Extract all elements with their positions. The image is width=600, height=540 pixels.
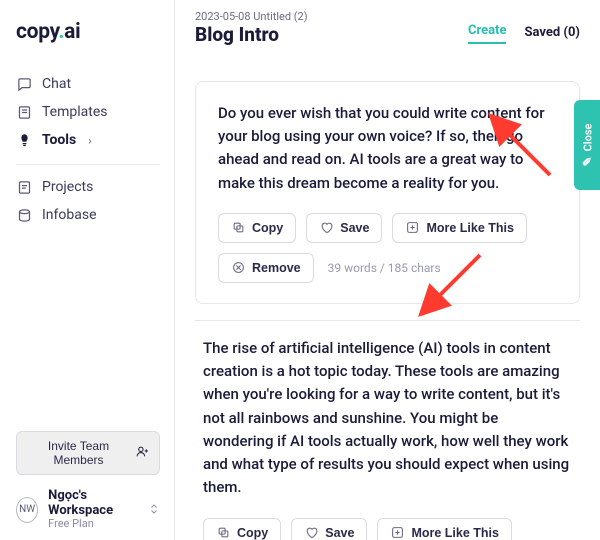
chevron-right-icon: › [88, 134, 91, 147]
result-text: Do you ever wish that you could write co… [218, 102, 557, 195]
button-label: Copy [237, 526, 268, 540]
heart-icon [319, 221, 333, 235]
workspace-plan: Free Plan [48, 518, 138, 530]
sidebar-item-chat[interactable]: Chat [16, 70, 160, 98]
save-button[interactable]: Save [306, 213, 382, 243]
button-label: Remove [252, 261, 301, 275]
sidebar-item-projects[interactable]: Projects [16, 173, 160, 201]
sidebar-nav: Chat Templates Tools › Projects [16, 70, 160, 229]
result-text: The rise of artificial intelligence (AI)… [195, 337, 580, 518]
workspace-avatar: NW [16, 497, 38, 523]
invite-team-button[interactable]: Invite Team Members [16, 431, 160, 475]
result-actions: Copy Save More Like This [218, 213, 557, 243]
sidebar-item-label: Projects [42, 179, 93, 195]
sidebar-item-templates[interactable]: Templates [16, 98, 160, 126]
brand-logo[interactable]: copy.ai [16, 20, 160, 44]
workspace-text: Ngọc's Workspace Free Plan [48, 489, 138, 530]
workspace-name: Ngọc's Workspace [48, 489, 138, 518]
sidebar-item-label: Templates [42, 104, 108, 120]
plus-square-icon [405, 221, 419, 235]
page-title: Blog Intro [195, 25, 308, 46]
brand-part2: ai [64, 20, 80, 44]
templates-icon [16, 104, 32, 120]
result-actions: Copy Save More Like This [195, 518, 580, 540]
infobase-icon [16, 207, 32, 223]
copy-icon [216, 526, 230, 540]
tab-create[interactable]: Create [468, 23, 507, 44]
workspace-switcher[interactable]: NW Ngọc's Workspace Free Plan [16, 489, 160, 530]
user-plus-icon [136, 445, 149, 461]
sidebar-item-tools[interactable]: Tools › [16, 126, 160, 154]
save-button[interactable]: Save [291, 518, 367, 540]
result-stat: 39 words / 185 chars [328, 261, 441, 275]
sidebar-item-label: Infobase [42, 207, 97, 223]
brand-part1: copy [16, 20, 58, 44]
results-panel: Do you ever wish that you could write co… [175, 55, 600, 540]
remove-icon [231, 261, 245, 275]
button-label: More Like This [426, 221, 514, 235]
close-panel-button[interactable]: ✎ Close [574, 100, 600, 190]
copy-icon [231, 221, 245, 235]
workspace-initials: NW [19, 504, 35, 515]
plus-square-icon [390, 526, 404, 540]
button-label: Save [325, 526, 354, 540]
remove-button[interactable]: Remove [218, 253, 314, 283]
pencil-icon: ✎ [580, 156, 594, 166]
invite-label: Invite Team Members [27, 439, 130, 467]
chevron-updown-icon [148, 500, 160, 519]
button-label: More Like This [411, 526, 499, 540]
copy-button[interactable]: Copy [203, 518, 281, 540]
sidebar-divider [16, 164, 160, 165]
main: 2023-05-08 Untitled (2) Blog Intro Creat… [175, 0, 600, 540]
sidebar-item-label: Tools [42, 132, 76, 148]
breadcrumb[interactable]: 2023-05-08 Untitled (2) [195, 10, 308, 23]
sidebar-item-label: Chat [42, 76, 71, 92]
result-divider [195, 320, 580, 321]
sidebar-item-infobase[interactable]: Infobase [16, 201, 160, 229]
more-like-this-button[interactable]: More Like This [392, 213, 527, 243]
header: 2023-05-08 Untitled (2) Blog Intro Creat… [175, 0, 600, 55]
sidebar: copy.ai Chat Templates Tools › [0, 0, 175, 540]
button-label: Copy [252, 221, 283, 235]
projects-icon [16, 179, 32, 195]
tab-saved[interactable]: Saved (0) [524, 25, 580, 44]
close-label: Close [581, 124, 594, 152]
tools-icon [16, 132, 32, 148]
more-like-this-button[interactable]: More Like This [377, 518, 512, 540]
button-label: Save [340, 221, 369, 235]
result-card: Do you ever wish that you could write co… [195, 81, 580, 304]
copy-button[interactable]: Copy [218, 213, 296, 243]
chat-icon [16, 76, 32, 92]
header-tabs: Create Saved (0) [468, 23, 580, 46]
heart-icon [304, 526, 318, 540]
